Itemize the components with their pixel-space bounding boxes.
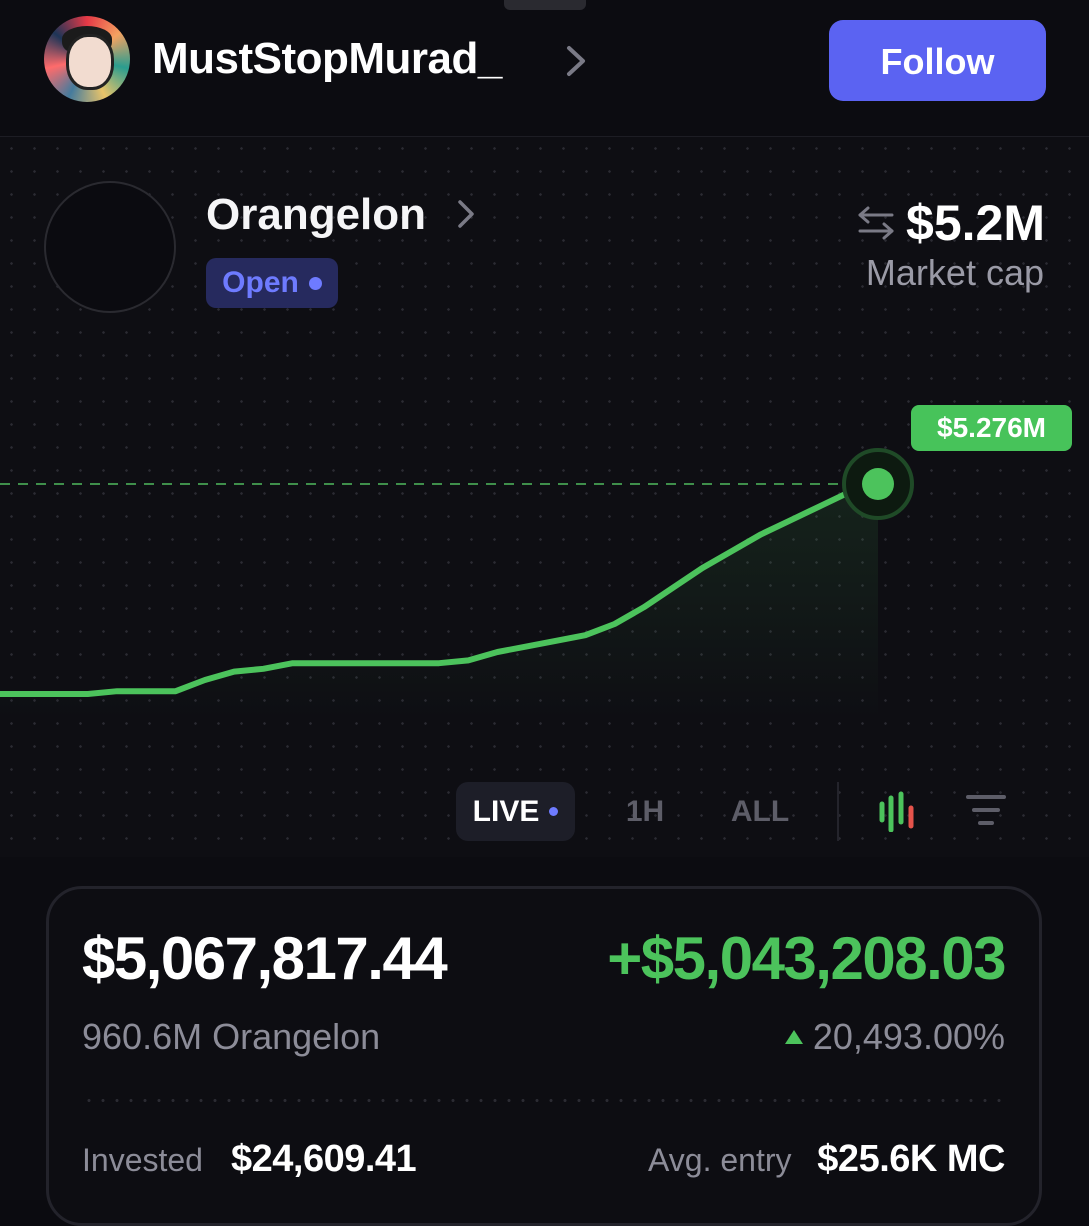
live-dot [549,807,559,816]
status-badge: Open [206,258,338,308]
status-dot [308,276,322,290]
position-value: $5,067,817.44 [82,925,448,992]
avatar[interactable] [44,16,130,102]
tab-live-label: LIVE [472,794,540,828]
card-divider [82,1099,1004,1102]
position-pnl: +$5,043,208.03 [607,925,1006,992]
chevron-right-icon[interactable] [563,44,589,78]
current-price-tag: $5.276M [911,405,1072,451]
pnl-percent-value: 20,493.00% [812,1016,1005,1057]
follow-button[interactable]: Follow [829,20,1046,101]
tab-1h[interactable]: 1H [610,782,680,841]
avatar-face [66,34,114,90]
chevron-right-icon[interactable] [455,198,477,230]
tab-all[interactable]: ALL [722,782,798,841]
market-cap-label: Market cap [865,252,1044,293]
status-label: Open [222,266,299,299]
avg-entry-label: Avg. entry [648,1142,792,1178]
token-name[interactable]: Orangelon [206,190,426,240]
swap-icon[interactable] [856,204,896,242]
candlestick-icon[interactable] [876,790,922,832]
current-point [862,468,894,500]
triangle-up-icon [784,1030,803,1044]
position-pnl-percent: 20,493.00% [784,1016,1005,1058]
chart-area [0,484,878,720]
token-icon[interactable] [44,181,176,313]
avg-entry-value: $25.6K MC [817,1138,1005,1180]
position-holdings: 960.6M Orangelon [82,1016,381,1057]
controls-divider [837,782,839,841]
username[interactable]: MustStopMurad_ [152,34,502,84]
tab-live[interactable]: LIVE [456,782,575,841]
invested-value: $24,609.41 [231,1138,417,1180]
market-cap-value: $5.2M [906,195,1045,251]
invested-label: Invested [82,1142,203,1178]
filter-icon[interactable] [966,792,1006,828]
